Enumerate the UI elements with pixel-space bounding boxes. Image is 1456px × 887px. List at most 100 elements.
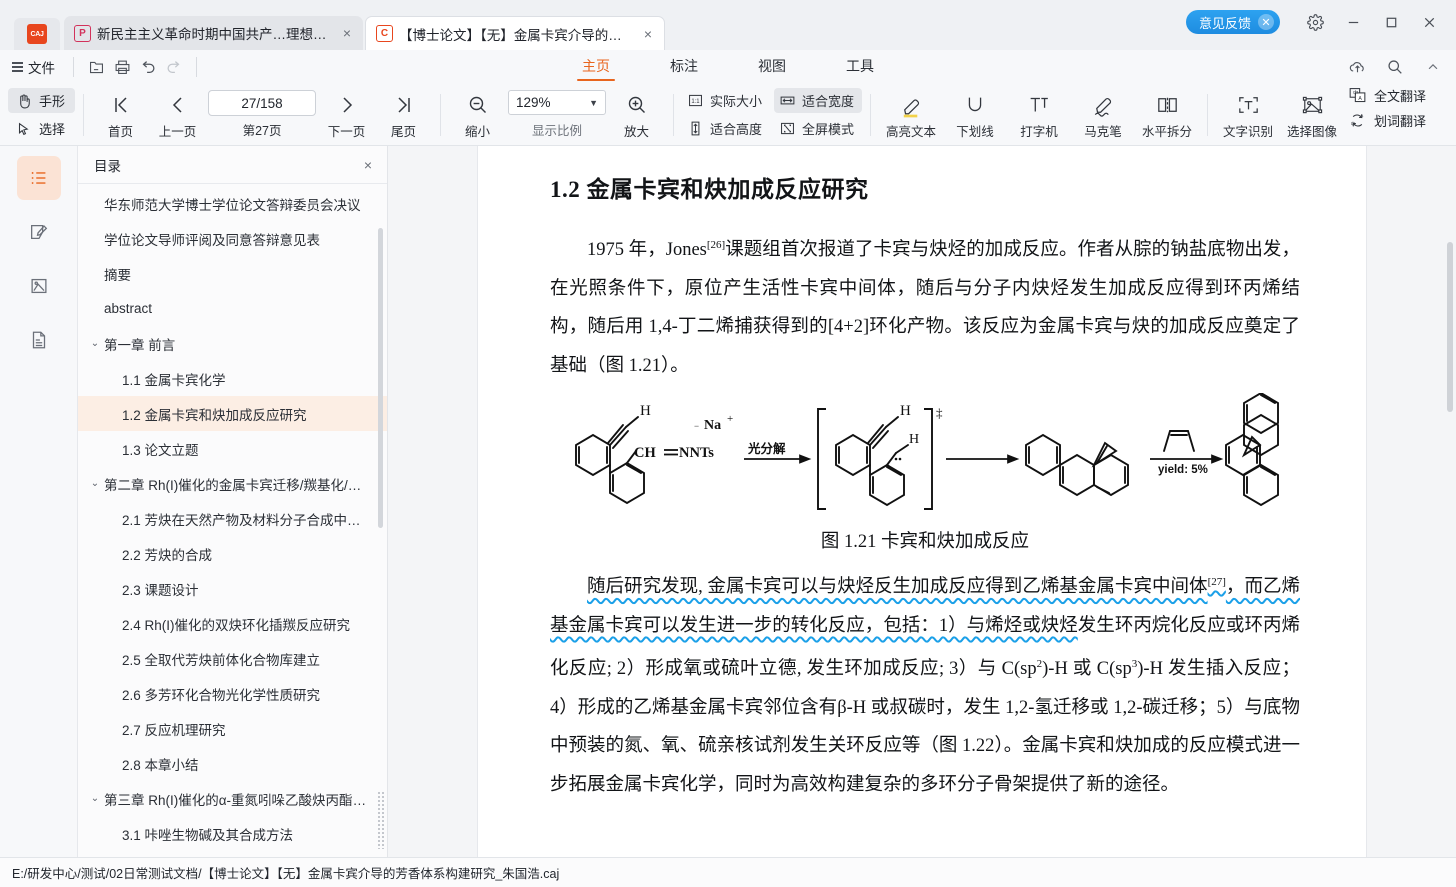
label-ch: CH — [634, 445, 656, 461]
svg-text:1:1: 1:1 — [691, 99, 700, 105]
cloud-upload-icon[interactable] — [1344, 55, 1370, 79]
highlighter-icon — [898, 89, 925, 121]
underline-button[interactable]: 下划线 — [943, 89, 1007, 140]
gear-icon[interactable] — [1298, 8, 1332, 36]
search-icon[interactable] — [1382, 55, 1408, 79]
outline-item-3[interactable]: abstract — [78, 291, 387, 326]
highlight-text-button[interactable]: 高亮文本 — [879, 89, 943, 140]
outline-item-15[interactable]: 2.7 反应机理研究 — [78, 711, 387, 746]
outline-item-10[interactable]: 2.2 芳炔的合成 — [78, 536, 387, 571]
outline-item-7[interactable]: 1.3 论文立题 — [78, 431, 387, 466]
chevron-down-icon[interactable]: ⌄ — [86, 338, 104, 349]
ribbon-tab-annotate[interactable]: 标注 — [668, 53, 700, 81]
outline-item-1[interactable]: 学位论文导师评阅及同意答辩意见表 — [78, 221, 387, 256]
undo-icon[interactable] — [135, 55, 161, 79]
maximize-icon[interactable] — [1374, 8, 1408, 36]
print-icon[interactable] — [109, 55, 135, 79]
marker-pen-button[interactable]: 马克笔 — [1071, 89, 1135, 140]
document-tab-1-close-icon[interactable]: × — [339, 25, 355, 41]
rail-button-outline[interactable] — [17, 156, 61, 200]
divider — [83, 94, 84, 136]
translate-document-button[interactable]: 中 A 全文翻译 — [1348, 86, 1426, 105]
window-controls: 意见反馈 ✕ — [1186, 8, 1446, 36]
ribbon-tab-view[interactable]: 视图 — [756, 53, 788, 81]
horizontal-split-button[interactable]: 水平拆分 — [1135, 89, 1199, 140]
page-number-input[interactable]: 27/158 — [208, 90, 316, 116]
collapse-ribbon-icon[interactable] — [1420, 55, 1446, 79]
prev-page-button[interactable]: 上一页 — [149, 90, 206, 140]
document-tab-2[interactable]: C 【博士论文】【无】金属卡宾介导的芳… × — [365, 16, 665, 50]
rail-button-annotations[interactable] — [17, 210, 61, 254]
document-tab-2-close-icon[interactable]: × — [640, 26, 656, 42]
typewriter-button[interactable]: 打字机 — [1007, 89, 1071, 140]
ribbon-tab-home[interactable]: 主页 — [580, 53, 612, 81]
outline-item-1-label: 学位论文导师评阅及同意答辩意见表 — [104, 229, 320, 249]
ocr-text-button[interactable]: 文字识别 — [1216, 89, 1280, 140]
label-na: Na — [704, 418, 721, 433]
menu-row: 文件 主页 标注 视图 工具 — [0, 50, 1456, 84]
outline-item-8[interactable]: ⌄第二章 Rh(I)催化的金属卡宾迁移/羰基化/环… — [78, 466, 387, 501]
fullscreen-button[interactable]: 全屏模式 — [774, 116, 862, 141]
feedback-button[interactable]: 意见反馈 ✕ — [1186, 10, 1280, 34]
rail-button-thumbnails[interactable] — [17, 264, 61, 308]
outline-item-4[interactable]: ⌄第一章 前言 — [78, 326, 387, 361]
annotated-text-a[interactable]: 随后研究发现, 金属卡宾可以与炔烃反生加成反应得到乙烯基金属卡宾中间体 — [587, 577, 1208, 597]
zoom-ratio-select[interactable]: 129% ▼ — [508, 90, 606, 115]
close-icon[interactable] — [1412, 8, 1446, 36]
outline-panel-close-icon[interactable]: × — [355, 152, 381, 178]
paragraph-2-part-d: )-H 发生插入反应；4）形成的乙烯基金属卡宾邻位含有β-H 或叔碳时，发生 1… — [550, 659, 1300, 795]
status-bar: E:/研发中心/测试/02日常测试文档/【博士论文】【无】金属卡宾介导的芳香体系… — [0, 857, 1456, 887]
outline-item-14-label: 2.6 多芳环化合物光化学性质研究 — [122, 684, 320, 704]
outline-scrollbar[interactable] — [378, 228, 383, 528]
document-tab-1[interactable]: P 新民主主义革命时期中国共产…理想信… × — [64, 16, 363, 50]
outline-item-17[interactable]: ⌄第三章 Rh(I)催化的α-重氮吲哚乙酸炔丙酯脱… — [78, 781, 387, 816]
rail-button-pages[interactable] — [17, 318, 61, 362]
outline-item-17-label: 第三章 Rh(I)催化的α-重氮吲哚乙酸炔丙酯脱… — [104, 789, 373, 809]
outline-item-8-label: 第二章 Rh(I)催化的金属卡宾迁移/羰基化/环… — [104, 474, 373, 494]
hand-tool-button[interactable]: 手形 — [8, 88, 75, 113]
file-menu-button[interactable]: 文件 — [12, 57, 64, 77]
last-page-button[interactable]: 尾页 — [375, 90, 432, 140]
hand-tool-label: 手形 — [39, 91, 65, 110]
outline-item-10-label: 2.2 芳炔的合成 — [122, 544, 212, 564]
paragraph-1-part-b: 课题组首次报道了卡宾与炔烃的加成反应。作者从腙的钠盐底物出发，在光照条件下，原位… — [550, 240, 1300, 376]
outline-item-13[interactable]: 2.5 全取代芳炔前体化合物库建立 — [78, 641, 387, 676]
hand-icon — [15, 92, 33, 110]
outline-item-11[interactable]: 2.3 课题设计 — [78, 571, 387, 606]
next-page-button[interactable]: 下一页 — [318, 90, 375, 140]
select-image-button[interactable]: 选择图像 — [1280, 89, 1344, 140]
outline-item-12[interactable]: 2.4 Rh(I)催化的双炔环化插羰反应研究 — [78, 606, 387, 641]
fit-width-button[interactable]: 适合宽度 — [774, 88, 862, 113]
document-tab-1-label: 新民主主义革命时期中国共产…理想信… — [97, 23, 329, 43]
panel-resize-grip[interactable] — [377, 791, 386, 849]
translate-selection-button[interactable]: 中 A 划词翻译 — [1348, 111, 1426, 130]
outline-item-0[interactable]: 华东师范大学博士学位论文答辩委员会决议 — [78, 186, 387, 221]
minimize-icon[interactable] — [1336, 8, 1370, 36]
outline-item-6[interactable]: 1.2 金属卡宾和炔加成反应研究 — [78, 396, 387, 431]
first-page-button[interactable]: 首页 — [92, 90, 149, 140]
outline-item-18[interactable]: 3.1 咔唑生物碱及其合成方法 — [78, 816, 387, 851]
fit-height-button[interactable]: 适合高度 — [682, 116, 770, 141]
outline-panel-header: 目录 × — [78, 146, 387, 184]
outline-item-5[interactable]: 1.1 金属卡宾化学 — [78, 361, 387, 396]
feedback-close-icon[interactable]: ✕ — [1258, 14, 1274, 30]
outline-item-2[interactable]: 摘要 — [78, 256, 387, 291]
chevron-down-icon[interactable]: ⌄ — [86, 478, 104, 489]
new-file-icon[interactable] — [83, 55, 109, 79]
fit-height-label: 适合高度 — [710, 119, 762, 138]
zoom-out-button[interactable]: 缩小 — [449, 90, 506, 140]
select-tool-button[interactable]: 选择 — [8, 116, 75, 141]
zoom-in-label: 放大 — [624, 121, 649, 140]
outline-item-14[interactable]: 2.6 多芳环化合物光化学性质研究 — [78, 676, 387, 711]
outline-item-9[interactable]: 2.1 芳炔在天然产物及材料分子合成中的… — [78, 501, 387, 536]
zoom-in-button[interactable]: 放大 — [608, 90, 665, 140]
chevron-down-icon: ▼ — [589, 98, 598, 108]
chevron-down-icon[interactable]: ⌄ — [86, 793, 104, 804]
actual-size-button[interactable]: 1:1 实际大小 — [682, 88, 770, 113]
document-viewport[interactable]: 1.2 金属卡宾和炔加成反应研究 1975 年，Jones[26]课题组首次报道… — [388, 146, 1456, 857]
ribbon-tab-tools[interactable]: 工具 — [844, 53, 876, 81]
outline-item-16[interactable]: 2.8 本章小结 — [78, 746, 387, 781]
title-bar: CAJ P 新民主主义革命时期中国共产…理想信… × C 【博士论文】【无】金属… — [0, 0, 1456, 50]
document-scrollbar[interactable] — [1447, 242, 1453, 412]
outline-list[interactable]: 华东师范大学博士学位论文答辩委员会决议 学位论文导师评阅及同意答辩意见表 摘要 … — [78, 184, 387, 857]
